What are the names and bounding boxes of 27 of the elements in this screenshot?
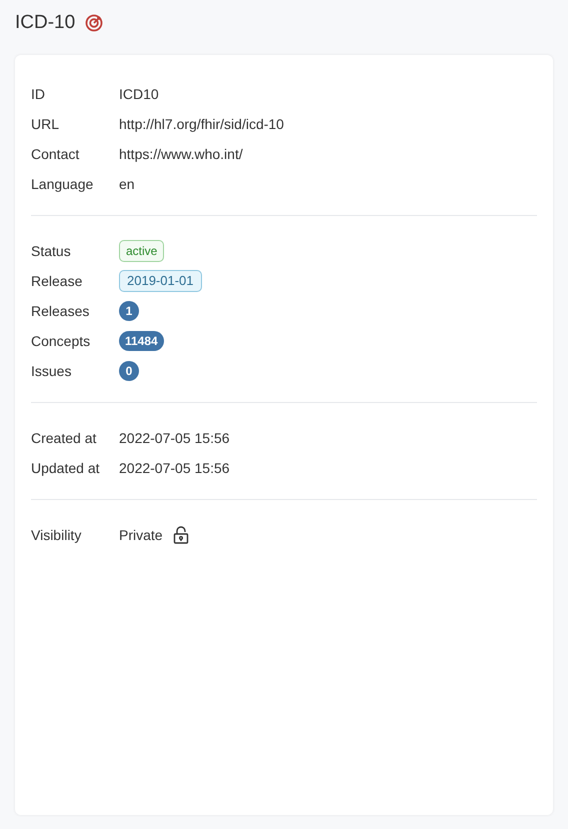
field-label: Language	[31, 174, 94, 194]
count-badge: 11484	[119, 331, 164, 351]
count-badge: 1	[119, 301, 139, 321]
field-label: Created at	[31, 428, 98, 448]
field-value: https://www.who.int/	[119, 144, 243, 164]
field-label: Issues	[31, 362, 72, 380]
page-title: ICD-10	[15, 10, 76, 35]
field-label: Visibility	[31, 526, 82, 545]
field-value: 2022-07-05 15:56	[119, 428, 230, 448]
field-label: Release	[31, 272, 84, 290]
field-label: Contact	[31, 144, 80, 164]
lock-icon	[172, 526, 189, 544]
status-badge: active	[119, 240, 164, 262]
field-value: http://hl7.org/fhir/sid/icd-10	[119, 114, 284, 134]
field-label: Releases	[31, 302, 90, 320]
field-label: ID	[31, 84, 46, 104]
count-badge: 0	[119, 361, 139, 381]
field-label: URL	[31, 114, 60, 134]
field-value: 2022-07-05 15:56	[119, 458, 230, 478]
field-value: ICD10	[119, 84, 159, 104]
visibility-value: Private	[119, 526, 163, 544]
field-value: en	[119, 174, 135, 194]
release-badge: 2019-01-01	[119, 270, 202, 292]
field-label: Updated at	[31, 458, 100, 478]
field-label: Concepts	[31, 332, 92, 351]
field-label: Status	[31, 242, 72, 260]
target-icon	[85, 14, 104, 32]
